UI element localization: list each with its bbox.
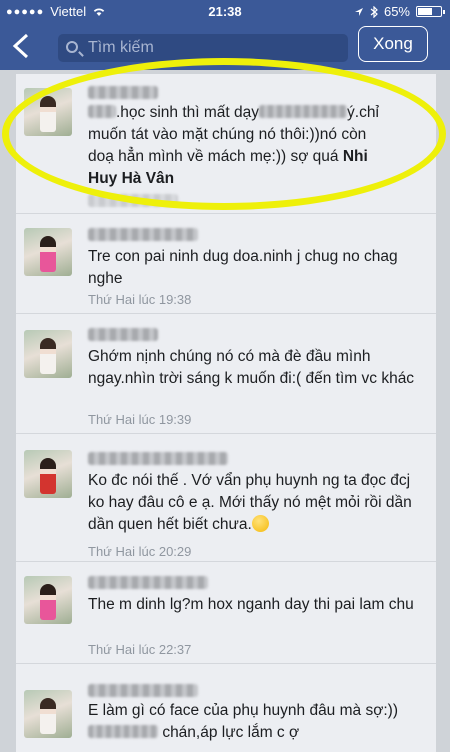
message-item[interactable]: E làm gì có face của phụ huynh đâu mà sợ… (16, 664, 436, 752)
tagged-name[interactable]: Nhi (343, 148, 368, 165)
location-icon (354, 7, 363, 16)
sender-name-redacted (88, 452, 228, 465)
message-item[interactable]: Ghớm nịnh chúng nó có mà đè đầu mình nga… (16, 314, 436, 434)
bluetooth-icon (370, 5, 378, 18)
message-item[interactable]: .học sinh thì mất dạy ý.chỉ muốn tát vào … (16, 74, 436, 214)
sender-name-redacted (88, 228, 198, 241)
sender-name-redacted (88, 576, 208, 589)
search-input[interactable]: Tìm kiếm (58, 34, 348, 62)
avatar[interactable] (24, 88, 72, 136)
avatar[interactable] (24, 228, 72, 276)
message-item[interactable]: Tre con pai ninh dug doa.ninh j chug no … (16, 214, 436, 314)
message-time: Thứ Hai lúc 19:38 (88, 292, 192, 307)
message-text: Ghớm nịnh chúng nó có mà đè đầu mình nga… (88, 348, 415, 387)
message-text: Ko đc nói thế . Vớ vẩn phụ huynh ng ta đ… (88, 472, 412, 533)
battery-fill (418, 8, 432, 15)
redacted-text (259, 105, 348, 118)
redacted-text (88, 725, 158, 738)
message-time: Thứ Hai lúc 20:29 (88, 544, 192, 559)
timestamp-redacted (88, 194, 178, 207)
message-text: .học sinh thì mất dạy ý.chỉ muốn tát vào … (88, 104, 379, 187)
message-text: The m dinh lg?m hox nganh day thi pai la… (88, 596, 414, 613)
message-text: Tre con pai ninh dug doa.ninh j chug no … (88, 248, 398, 287)
message-time: Thứ Hai lúc 19:39 (88, 412, 192, 427)
sender-name-redacted (88, 328, 158, 341)
navigation-bar: Tìm kiếm Xong (0, 24, 450, 70)
message-list: .học sinh thì mất dạy ý.chỉ muốn tát vào … (16, 74, 436, 752)
avatar[interactable] (24, 690, 72, 738)
battery-icon (416, 6, 445, 17)
message-time: Thứ Hai lúc 22:37 (88, 642, 192, 657)
battery-percent: 65% (383, 4, 410, 19)
sender-name-redacted (88, 684, 198, 697)
smile-emoji-icon (251, 515, 269, 532)
message-text: E làm gì có face của phụ huynh đâu mà sợ… (88, 702, 398, 741)
avatar[interactable] (24, 330, 72, 378)
status-bar: ●●●●● Viettel 21:38 65% (0, 0, 450, 24)
back-button[interactable] (10, 32, 40, 62)
message-item[interactable]: Ko đc nói thế . Vớ vẩn phụ huynh ng ta đ… (16, 434, 436, 562)
status-right: 65% (354, 4, 445, 19)
search-placeholder: Tìm kiếm (88, 39, 154, 56)
done-button[interactable]: Xong (358, 26, 428, 62)
chevron-left-icon (12, 33, 29, 59)
redacted-text (88, 105, 116, 118)
sender-name-redacted (88, 86, 158, 99)
tagged-name[interactable]: Huy Hà Vân (88, 170, 174, 187)
avatar[interactable] (24, 450, 72, 498)
search-icon (66, 41, 78, 53)
avatar[interactable] (24, 576, 72, 624)
message-item[interactable]: The m dinh lg?m hox nganh day thi pai la… (16, 562, 436, 664)
